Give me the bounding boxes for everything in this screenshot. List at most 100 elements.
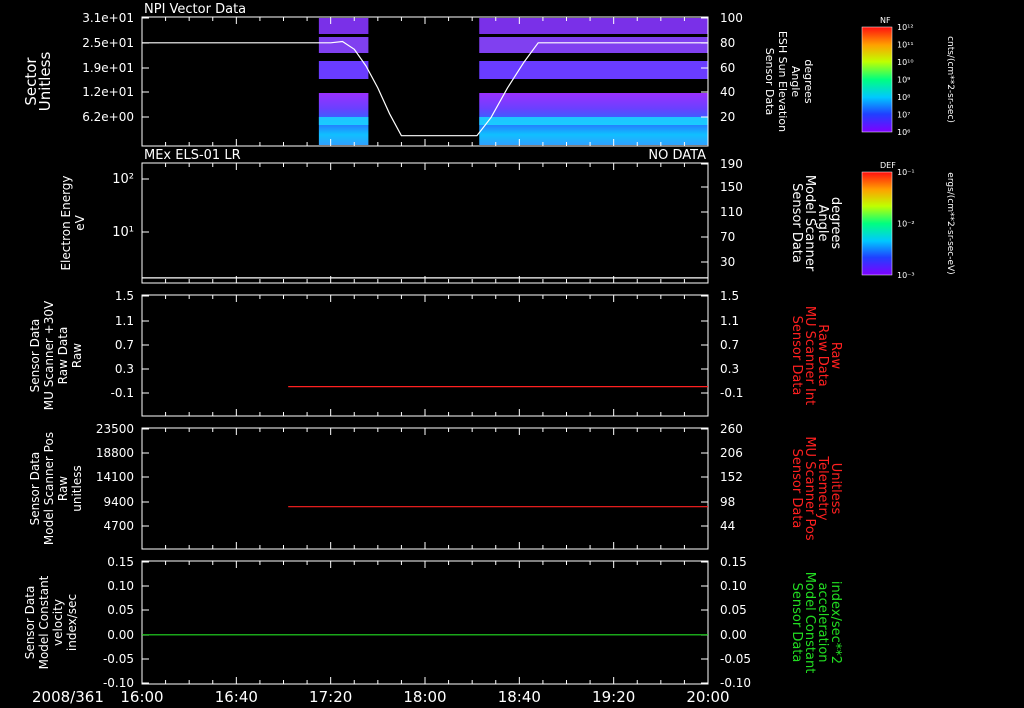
colorbar-tick: 10⁶ [897,128,910,137]
y-tick-label-left: -0.05 [103,652,134,666]
y-tick-label-right: 0.10 [720,579,747,593]
y-axis-label-left: Raw Data [56,327,70,385]
y-axis-label-left: Electron Energy [59,175,73,270]
y-axis-label-left: velocity [51,599,65,646]
y-tick-label-right: 60 [720,61,735,75]
y-axis-label-right: degrees [828,197,843,250]
y-axis-label-left: Model Scanner Pos [42,432,56,545]
y-tick-label-right: 20 [720,110,735,124]
y-tick-label-left: 1.9e+01 [82,61,134,75]
x-tick-label: 18:00 [403,688,446,706]
y-axis-label-left: unitless [70,465,84,511]
colorbar-npi [861,26,893,133]
panel-frame-els [141,162,709,284]
colorbar-tick: 10⁸ [897,93,910,102]
spectrogram-block-1-top [479,18,708,34]
y-tick-label-left: 0.15 [107,555,134,569]
y-axis-label-right: index/sec**2 [828,581,843,664]
y-axis-label-right: Model Constant [802,572,817,674]
y-axis-label-left: Raw [70,343,84,368]
y-axis-label-left: Raw [56,476,70,501]
y-axis-label-right: Sensor Data [763,48,776,115]
y-tick-label-right: 40 [720,85,735,99]
y-axis-label-right: MU Scanner Int [802,306,817,405]
y-axis-label-right: Angle [815,205,830,242]
y-axis-label-right: Raw [828,342,843,370]
colorbar-tick: 10⁹ [897,76,910,85]
y-tick-label-left: 4700 [103,519,134,533]
y-axis-label-right: Telemetry [815,455,830,520]
y-axis-label-right: Unitless [828,463,843,515]
y-tick-label-right: 150 [720,180,743,194]
y-tick-label-right: 0.15 [720,555,747,569]
colorbar-unit: ergs/(cm**2-sr-sec-eV) [945,172,955,274]
y-axis-label-left: index/sec [65,594,79,651]
panel-mu-pos: 23500 18800 14100 9400 4700 260 206 152 98 44 Sens… [28,422,843,550]
y-tick-label-left: 0.05 [107,603,134,617]
y-tick-label-right: 98 [720,495,735,509]
y-axis-label-right: Sensor Data [789,583,804,663]
y-axis-label-right: Sensor Data [789,449,804,529]
y-tick-label-left: 23500 [96,422,134,436]
y-tick-label-left: 3.1e+01 [82,11,134,25]
spectrogram-block-0-top [318,18,369,34]
y-tick-label-left: -0.1 [111,386,134,400]
panel-npi: 3.1e+01 2.5e+01 1.9e+01 1.2e+01 6.2e+00 100 80… [22,2,955,147]
colorbar-label: DEF [880,161,896,170]
y-tick-label-right: -0.1 [720,386,743,400]
y-axis-label-right: Angle [789,66,802,98]
y-tick-label-right: 0.7 [720,338,739,352]
panel-mu-int: 1.5 1.1 0.7 0.3 -0.1 1.5 1.1 0.7 0.3 -0.1 Sensor D… [28,289,843,417]
y-axis-label-right: Sensor Data [789,316,804,396]
y-tick-label-right: 110 [720,205,743,219]
y-tick-label-left: 0.10 [107,579,134,593]
colorbar-els [861,171,893,276]
y-tick-label-left: 2.5e+01 [82,36,134,50]
spectrogram-block-1-cyan [479,117,708,125]
panel-title: MEx ELS-01 LR [144,148,241,163]
y-axis-label-left: Unitless [36,52,54,112]
y-axis-label-right: ESH Sun Elevation [776,31,789,132]
y-tick-label-left: 0.7 [115,338,134,352]
y-tick-label-right: 0.05 [720,603,747,617]
y-axis-label-left: Sensor Data [28,452,42,526]
y-tick-label-left: 18800 [96,446,134,460]
y-tick-label-right: 80 [720,36,735,50]
y-tick-label-right: -0.05 [720,652,751,666]
x-tick-label: 16:00 [120,688,163,706]
y-tick-label-left: 1.5 [115,289,134,303]
y-tick-label-right: 1.1 [720,314,739,328]
panel-els: 10² 10¹ 190 150 110 70 30 MEx ELS-01 LR NO DATA E… [59,148,955,284]
colorbar-label: NF [880,16,891,25]
panel-frame-model-const [141,560,709,685]
y-tick-label-left: 10² [112,172,134,187]
colorbar-tick: 10⁻² [897,220,915,229]
spectrogram-block-1-band2 [479,37,708,53]
x-tick-label: 17:20 [309,688,352,706]
y-tick-label-left: 0.3 [115,362,134,376]
y-axis-label-left: Sensor Data [28,319,42,393]
colorbar-tick: 10⁻³ [897,271,915,280]
colorbar-tick: 10¹¹ [897,41,914,50]
y-tick-label-right: 70 [720,230,735,244]
date-label: 2008/361 [32,688,104,706]
y-axis-label-right: Model Scanner [802,175,817,272]
colorbar-tick: 10¹² [897,23,914,32]
x-tick-label: 19:20 [592,688,635,706]
y-tick-label-right: 44 [720,519,735,533]
y-tick-label-left: 10¹ [112,225,134,240]
y-tick-label-left: 1.1 [115,314,134,328]
y-tick-label-right: 0.3 [720,362,739,376]
y-tick-label-right: 1.5 [720,289,739,303]
y-tick-label-left: 1.2e+01 [82,85,134,99]
panel-model-const: 0.150.100.050.00-0.05-0.100.150.100.050.… [23,555,843,690]
y-tick-label-right: 0.00 [720,628,747,642]
y-axis-label-right: MU Scanner Pos [802,436,817,541]
y-axis-label-left: eV [73,214,87,230]
x-tick-label: 16:40 [215,688,258,706]
y-axis-label-left: MU Scanner +30V [42,300,56,410]
colorbar-tick: 10⁻¹ [897,168,915,177]
y-axis-label-right: Sensor Data [789,183,804,263]
y-axis-label-right: Raw Data [815,324,830,387]
y-tick-label-left: 0.00 [107,628,134,642]
